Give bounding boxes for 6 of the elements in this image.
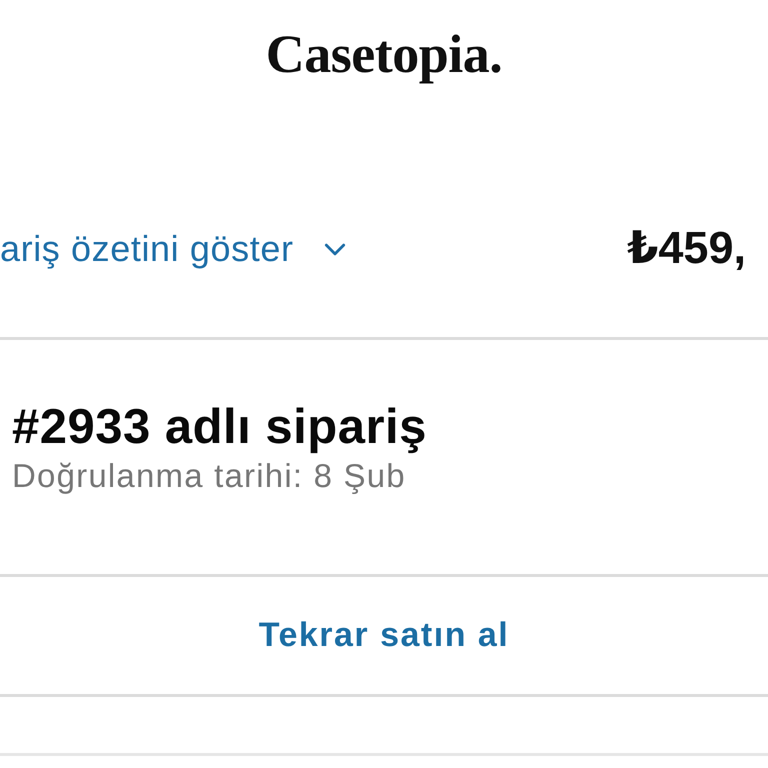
buy-again-button[interactable]: Tekrar satın al	[250, 612, 518, 659]
order-summary-toggle[interactable]: ariş özetini göster	[0, 228, 346, 274]
order-total: ₺459,	[627, 220, 746, 274]
confirmation-date: Doğrulanma tarihi: 8 Şub	[12, 456, 406, 496]
logo[interactable]: Casetopia.	[266, 22, 502, 86]
order-title: #2933 adlı sipariş	[12, 399, 427, 456]
